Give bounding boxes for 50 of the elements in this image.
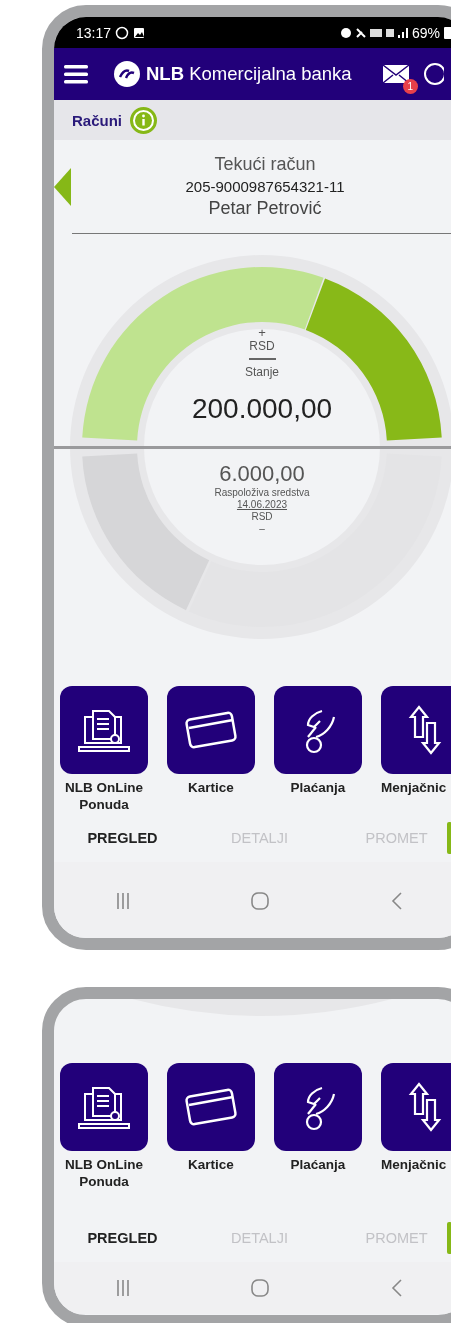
menu-icon[interactable] [64,64,88,84]
tile-label: Menjačnic [381,1156,447,1173]
logo-icon [114,61,140,87]
notification-badge: 1 [402,79,418,94]
balance-currency: RSD [249,339,275,353]
section-title: Računi [72,111,122,129]
shortcut-tile[interactable] [167,1063,255,1151]
shortcut-tile[interactable] [60,1063,148,1151]
tile-label: NLB OnLine Ponuda [64,1156,144,1190]
account-number: 205-9000987654321-11 [185,178,345,195]
available-label: Raspoloživa sredstva [214,487,310,499]
back-icon[interactable] [390,1278,403,1298]
battery-icon [444,26,451,39]
tile-label: Kartice [187,1156,235,1173]
shortcut-tile[interactable] [274,686,362,774]
available-amount: 6.000,00 [219,461,305,487]
mute-icon [355,27,366,38]
tab-indicator [447,822,451,854]
shortcut-tile[interactable] [60,686,148,774]
balance-label: Stanje [245,364,279,379]
card-icon [184,710,238,750]
tile-label: Plaćanja [289,779,347,796]
card-icon [184,1087,238,1127]
back-icon[interactable] [390,891,403,911]
account-type: Tekući račun [214,154,316,175]
status-time: 13:17 [76,24,112,41]
bank-name: NLB Komercijalna banka [146,63,352,85]
home-icon[interactable] [249,1278,270,1298]
tile-label: Plaćanja [289,1156,347,1173]
tile-label: Kartice [187,779,235,796]
home-icon[interactable] [249,891,270,911]
balance-sign: + [258,326,266,339]
tab[interactable]: PREGLED [54,1230,191,1246]
battery-percent: 69% [411,24,440,41]
tab-indicator [447,1222,451,1254]
available-dash: – [259,523,265,535]
tile-label: Menjačnic [381,779,447,796]
mail-icon[interactable] [381,63,410,85]
shortcut-tile[interactable] [381,686,451,774]
tile-label: NLB OnLine Ponuda [64,779,144,813]
balance-amount: 200.000,00 [191,392,333,425]
image-icon [133,26,146,39]
tab[interactable]: PREGLED [54,830,191,846]
shortcut-tile[interactable] [381,1063,451,1151]
available-date: 14.06.2023 [236,499,288,511]
available-currency: RSD [251,511,273,523]
signal-icon [397,27,408,38]
shortcut-tile[interactable] [274,1063,362,1151]
account-owner: Petar Petrović [208,198,322,219]
shortcut-tile[interactable] [167,686,255,774]
